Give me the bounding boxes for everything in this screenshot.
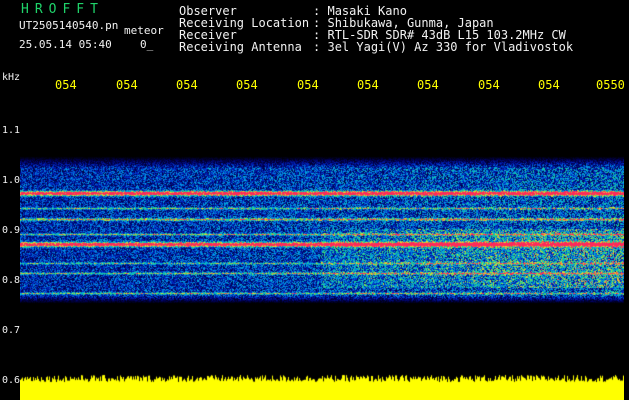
- x-tick-label: 054: [236, 78, 258, 92]
- y-tick-label: 0.8: [2, 275, 21, 286]
- y-tick-label: 0.9: [2, 225, 21, 236]
- x-tick-label: 054: [297, 78, 319, 92]
- x-tick-label: 054: [478, 78, 500, 92]
- info-row-antenna: Receiving Antenna: 3el Yagi(V) Az 330 fo…: [179, 41, 573, 53]
- y-tick-label: 1.1: [2, 125, 21, 136]
- info-value: 3el Yagi(V) Az 330 for Vladivostok: [327, 40, 574, 54]
- x-tick-label: 054: [55, 78, 77, 92]
- app-title: HROFFT: [21, 2, 104, 17]
- x-tick-label: 054: [357, 78, 379, 92]
- meteor-label: meteor: [124, 24, 164, 37]
- info-label: Receiving Antenna: [179, 40, 302, 54]
- x-tick-label: 0550: [596, 78, 625, 92]
- counter-label: 0_: [140, 38, 154, 51]
- filename-label: UT2505140540.pn: [19, 19, 119, 32]
- signal-level-display: [20, 373, 624, 400]
- y-axis-unit: kHz: [2, 72, 21, 83]
- x-tick-label: 054: [417, 78, 439, 92]
- x-tick-label: 054: [176, 78, 198, 92]
- datetime-label: 25.05.14 05:40: [19, 38, 112, 51]
- y-tick-label: 0.7: [2, 325, 21, 336]
- x-tick-label: 054: [538, 78, 560, 92]
- x-tick-label: 054: [116, 78, 138, 92]
- spectrogram-display: [20, 98, 624, 373]
- info-sep: :: [313, 40, 321, 54]
- y-tick-label: 1.0: [2, 175, 21, 186]
- y-tick-label: 0.6: [2, 375, 21, 386]
